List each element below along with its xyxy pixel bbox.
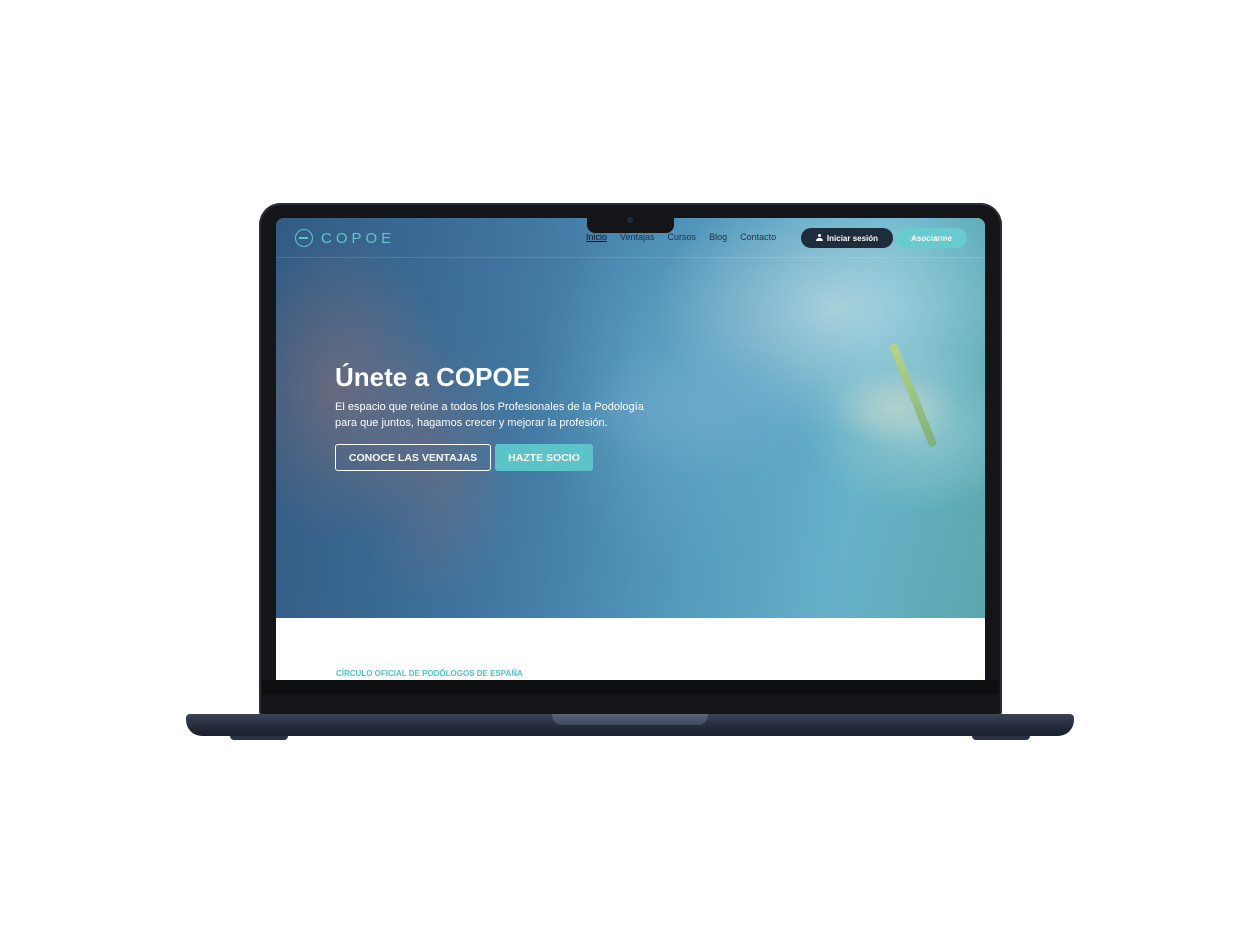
join-button[interactable]: Asociarme xyxy=(896,228,967,248)
laptop-foot-left xyxy=(230,736,288,740)
laptop-opening-lip xyxy=(552,714,708,725)
laptop-mockup: COPOE Inicio Ventajas Cursos Blog Contac… xyxy=(0,0,1260,944)
logo-circle-icon xyxy=(295,229,313,247)
nav-item-ventajas[interactable]: Ventajas xyxy=(620,232,655,242)
site-logo[interactable]: COPOE xyxy=(295,229,395,247)
login-button[interactable]: Iniciar sesión xyxy=(801,228,893,248)
hero-subtitle-line-2: para que juntos, hagamos crecer y mejora… xyxy=(335,417,608,429)
logo-text: COPOE xyxy=(321,229,396,247)
user-icon xyxy=(815,234,823,242)
laptop-foot-right xyxy=(972,736,1030,740)
hero-subtitle-line-1: El espacio que reúne a todos los Profesi… xyxy=(335,401,644,413)
laptop-chin xyxy=(262,680,999,694)
login-button-label: Iniciar sesión xyxy=(826,233,879,243)
nav-item-blog[interactable]: Blog xyxy=(709,232,727,242)
section-eyebrow: CÍRCULO OFICIAL DE PODÓLOGOS DE ESPAÑA xyxy=(336,669,523,678)
nav-item-inicio[interactable]: Inicio xyxy=(586,232,607,242)
become-member-button[interactable]: HAZTE SOCIO xyxy=(495,444,593,471)
website-screen: COPOE Inicio Ventajas Cursos Blog Contac… xyxy=(276,218,985,680)
main-menu: Inicio Ventajas Cursos Blog Contacto xyxy=(586,232,776,242)
nav-item-contacto[interactable]: Contacto xyxy=(740,232,776,242)
hero-subtitle: El espacio que reúne a todos los Profesi… xyxy=(335,399,695,431)
benefits-button[interactable]: CONOCE LAS VENTAJAS xyxy=(335,444,491,471)
nav-item-cursos[interactable]: Cursos xyxy=(668,232,697,242)
hero-title: Únete a COPOE xyxy=(335,362,531,392)
camera-icon xyxy=(627,217,633,223)
hero-photo-hand xyxy=(831,368,961,448)
